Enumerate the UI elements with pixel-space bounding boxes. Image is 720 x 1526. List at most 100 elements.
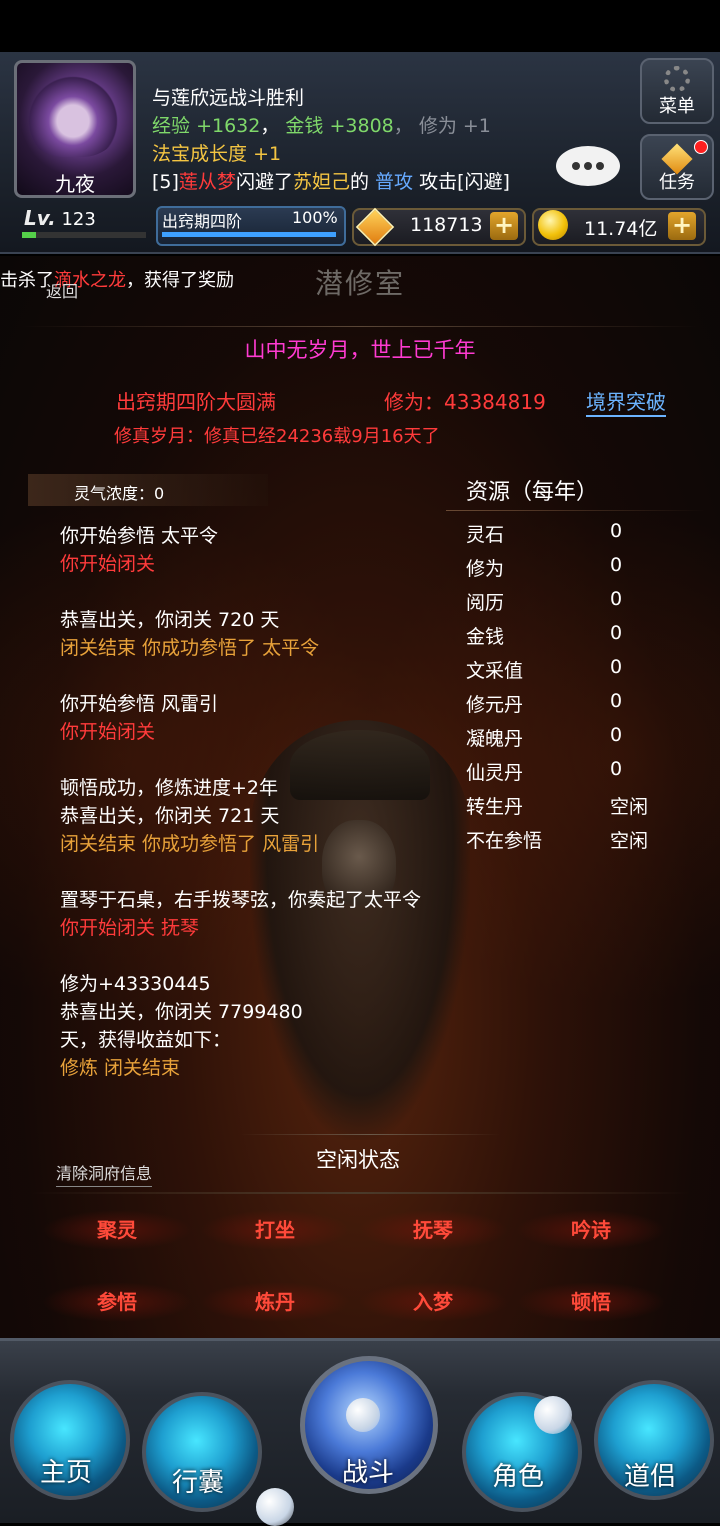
resource-value: 0 xyxy=(610,520,623,542)
log-line: 天，获得收益如下： xyxy=(60,1029,232,1051)
gem-amount: 118713 xyxy=(410,214,483,236)
chat-bubble-icon[interactable] xyxy=(556,146,620,186)
combat-skill: 普攻 xyxy=(375,171,414,193)
combat-target: 苏妲己 xyxy=(292,171,350,193)
menu-label: 菜单 xyxy=(659,96,695,117)
floating-bubble xyxy=(346,1398,380,1432)
action-meditate[interactable]: 打坐 xyxy=(200,1210,350,1250)
log-line: 你开始参悟 风雷引 xyxy=(60,693,219,715)
log-line: 修炼 闭关结束 xyxy=(60,1057,181,1079)
resource-row: 修为 0 xyxy=(466,554,706,588)
action-recite-poetry[interactable]: 吟诗 xyxy=(516,1210,666,1250)
cultivation-log: 你开始参悟 太平令 你开始闭关 恭喜出关，你闭关 720 天 闭关结束 你成功参… xyxy=(60,522,460,1110)
combat-of: 的 xyxy=(349,171,369,193)
gold-amount: 11.74亿 xyxy=(584,218,658,240)
player-name: 九夜 xyxy=(55,172,95,196)
resource-row: 修元丹 0 xyxy=(466,690,706,724)
add-gems-button[interactable]: + xyxy=(490,212,518,240)
log-line: 你开始参悟 太平令 xyxy=(60,525,219,547)
log-line: 闭关结束 你成功参悟了 太平令 xyxy=(60,637,320,659)
log-entry: 你开始参悟 太平令 你开始闭关 xyxy=(60,522,460,578)
chat-dot xyxy=(572,162,580,170)
menu-button[interactable]: 菜单 xyxy=(640,58,714,124)
nav-battle-label: 战斗 xyxy=(341,1458,394,1488)
cult-value: +1 xyxy=(462,115,491,137)
nav-role-label: 角色 xyxy=(491,1462,544,1492)
status-divider xyxy=(240,1134,500,1135)
action-comprehend[interactable]: 参悟 xyxy=(42,1282,192,1322)
resource-name: 不在参悟 xyxy=(466,830,543,852)
chat-dot xyxy=(596,162,604,170)
resource-row: 阅历 0 xyxy=(466,588,706,622)
action-enlightenment[interactable]: 顿悟 xyxy=(516,1282,666,1322)
nav-partner-label: 道侣 xyxy=(623,1462,676,1492)
title-divider xyxy=(20,326,700,327)
action-play-zither[interactable]: 抚琴 xyxy=(358,1210,508,1250)
log-line: 顿悟成功，修炼进度+2年 xyxy=(60,777,279,799)
kill-notification: 击杀了滴水之龙，获得了奖励 xyxy=(0,266,234,292)
log-line: 修为+43330445 xyxy=(60,973,211,995)
add-gold-button[interactable]: + xyxy=(668,212,696,240)
idle-status: 空闲状态 xyxy=(316,1148,400,1172)
task-label: 任务 xyxy=(659,172,695,193)
realm-full-status: 出窍期四阶大圆满 xyxy=(116,390,276,414)
resource-row: 灵石 0 xyxy=(466,520,706,554)
log-entry: 顿悟成功，修炼进度+2年 恭喜出关，你闭关 721 天 闭关结束 你成功参悟了 … xyxy=(60,774,460,858)
log-line: 置琴于石桌，右手拨琴弦，你奏起了太平令 xyxy=(60,889,422,911)
news-line-rewards: 经验 +1632， 金钱 +3808， 修为 +1 xyxy=(152,115,491,137)
floating-bubble xyxy=(534,1396,572,1434)
resource-row: 转生丹 空闲 xyxy=(466,792,706,826)
action-gather-spirit[interactable]: 聚灵 xyxy=(42,1210,192,1250)
gear-icon xyxy=(664,66,690,92)
resource-row: 凝魄丹 0 xyxy=(466,724,706,758)
resource-value: 0 xyxy=(610,588,623,610)
combat-prefix: [5] xyxy=(152,171,179,193)
news-line-battle-result: 与莲欣远战斗胜利 xyxy=(152,87,305,109)
combat-result: 攻击[闪避] xyxy=(419,171,510,193)
avatar-portrait xyxy=(25,67,121,157)
resource-row: 文采值 0 xyxy=(466,656,706,690)
resource-name: 凝魄丹 xyxy=(466,728,524,750)
news-feed: 与莲欣远战斗胜利 经验 +1632， 金钱 +3808， 修为 +1 法宝成长度… xyxy=(152,84,632,196)
nav-bag-label: 行囊 xyxy=(171,1468,224,1498)
status-bar xyxy=(0,0,720,52)
treasure-value: +1 xyxy=(253,143,282,165)
cult-label: 修为 xyxy=(418,115,457,137)
action-alchemy[interactable]: 炼丹 xyxy=(200,1282,350,1322)
log-line: 恭喜出关，你闭关 720 天 xyxy=(60,609,280,631)
log-entry: 恭喜出关，你闭关 720 天 闭关结束 你成功参悟了 太平令 xyxy=(60,606,460,662)
log-entry: 修为+43330445 恭喜出关，你闭关 7799480 天，获得收益如下： 修… xyxy=(60,970,460,1082)
money-label: 金钱 xyxy=(285,115,324,137)
action-dream[interactable]: 入梦 xyxy=(358,1282,508,1322)
clear-info-button[interactable]: 清除洞府信息 xyxy=(56,1160,153,1187)
motto: 山中无岁月，世上已千年 xyxy=(244,338,476,362)
log-line: 你开始闭关 抚琴 xyxy=(60,917,200,939)
resource-value: 0 xyxy=(610,724,623,746)
exp-label: 经验 xyxy=(152,115,191,137)
task-button[interactable]: 任务 xyxy=(640,134,714,200)
resource-name: 阅历 xyxy=(466,592,505,614)
log-line: 你开始闭关 xyxy=(60,553,156,575)
combat-verb: 闪避了 xyxy=(235,171,293,193)
back-button[interactable]: 返回 xyxy=(46,278,78,302)
resource-name: 修为 xyxy=(466,558,505,580)
resource-divider xyxy=(446,510,706,511)
floating-bubble xyxy=(256,1488,294,1526)
log-line: 你开始闭关 xyxy=(60,721,156,743)
combat-actor: 莲从梦 xyxy=(178,171,236,193)
treasure-label: 法宝成长度 xyxy=(152,143,248,165)
log-entry: 你开始参悟 风雷引 你开始闭关 xyxy=(60,690,460,746)
realm-progress-fill xyxy=(162,232,336,237)
realm-name: 出窍期四阶 xyxy=(162,212,243,231)
chat-dot xyxy=(584,162,592,170)
level-progress-bar xyxy=(22,232,146,238)
spirit-density: 灵气浓度：0 xyxy=(74,484,165,503)
breakthrough-link[interactable]: 境界突破 xyxy=(586,386,666,417)
log-line: 闭关结束 你成功参悟了 风雷引 xyxy=(60,833,320,855)
kill-suffix: ，获得了奖励 xyxy=(126,270,234,291)
resource-value: 0 xyxy=(610,656,623,678)
log-line: 恭喜出关，你闭关 721 天 xyxy=(60,805,280,827)
level-display: Lv. 123 xyxy=(24,206,96,230)
resource-title: 资源（每年） xyxy=(466,480,599,505)
level-value: 123 xyxy=(61,209,96,230)
